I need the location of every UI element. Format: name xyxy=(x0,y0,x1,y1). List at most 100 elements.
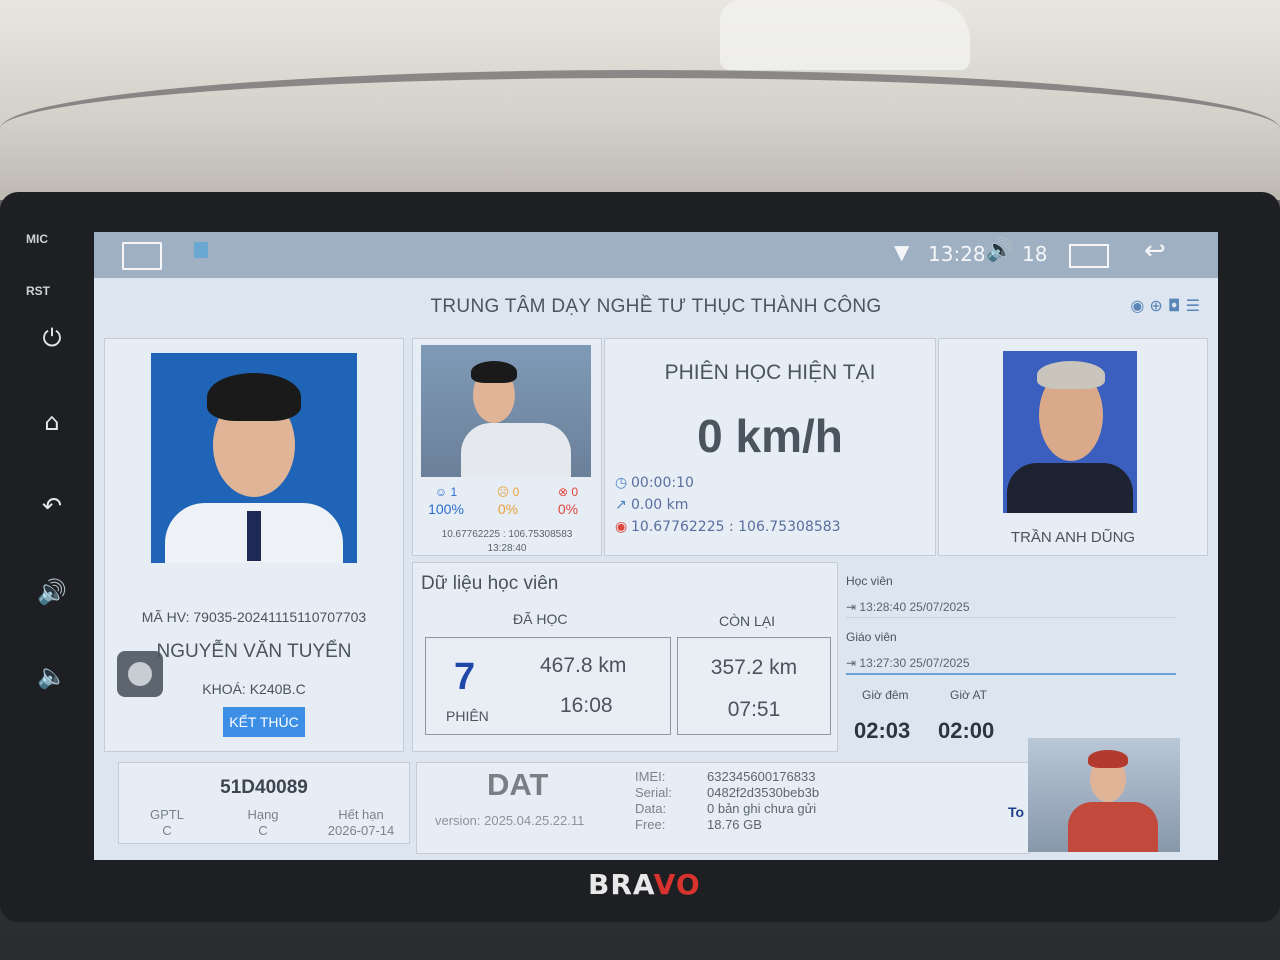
partial-text: To xyxy=(1008,804,1025,820)
location-pin-icon: ◉ xyxy=(615,519,628,535)
session-duration-row: ◷ 00:00:10 xyxy=(615,475,694,491)
gptl-value: C xyxy=(162,823,172,838)
session-location-row: ◉ 10.67762225 : 106.75308583 xyxy=(615,519,841,535)
speaker-icon[interactable]: 🔊 xyxy=(986,238,1013,263)
serial-value: 0482f2d3530beb3b xyxy=(707,785,820,800)
student-data-card: Dữ liệu học viên ĐÃ HỌC CÒN LẠI 7 PHIÊN … xyxy=(412,562,838,752)
status-icons: ◉ ⊕ ◘ ☰ xyxy=(1130,296,1200,315)
session-distance-row: ↗ 0.00 km xyxy=(615,497,689,513)
power-icon[interactable]: ⏻ xyxy=(36,322,68,354)
student-photo xyxy=(151,353,357,563)
login-icon: ⇥ xyxy=(846,656,857,670)
mismatch-stat: ⊗ 0 0% xyxy=(557,485,579,517)
completed-distance: 467.8 km xyxy=(540,654,627,677)
expiry-value: 2026-07-14 xyxy=(327,823,395,838)
neutral-stat: ☹ 0 0% xyxy=(496,485,520,517)
session-title: PHIÊN HỌC HIỆN TẠI xyxy=(664,361,876,384)
teacher-login-time: ⇥ 13:27:30 25/07/2025 xyxy=(846,656,1176,675)
app-icon[interactable] xyxy=(194,242,208,258)
x-circle-icon: ⊗ xyxy=(557,485,569,499)
camera-snapshot xyxy=(421,345,591,477)
student-login-time: ⇥ 13:28:40 25/07/2025 xyxy=(846,600,1176,618)
student-data-title: Dữ liệu học viên xyxy=(421,573,559,594)
expiry-label: Hết hạn xyxy=(338,807,384,822)
home-icon[interactable]: ⌂ xyxy=(36,406,68,438)
night-hours-label: Giờ đêm xyxy=(862,688,909,702)
remaining-label: CÒN LẠI xyxy=(719,613,776,629)
auto-hours-value: 02:00 xyxy=(938,718,995,743)
teacher-photo xyxy=(1003,351,1137,513)
smile-icon: ☺ xyxy=(434,485,448,499)
class-value: C xyxy=(258,823,268,838)
imei-value: 632345600176833 xyxy=(707,769,816,784)
volume-up-icon[interactable]: 🔊 xyxy=(36,576,68,608)
android-status-bar: ▼ 13:28 🔊 18 ↩ xyxy=(94,232,1218,278)
remaining-box: 357.2 km 07:51 xyxy=(677,637,831,735)
app-version: version: 2025.04.25.22.11 xyxy=(435,813,585,828)
dashboard-edge xyxy=(0,70,1280,188)
live-camera-preview[interactable] xyxy=(1028,738,1180,852)
free-value: 18.76 GB xyxy=(707,817,762,832)
wifi-icon: ▼ xyxy=(894,240,910,264)
login-times-card: Học viên ⇥ 13:28:40 25/07/2025 Giáo viên… xyxy=(840,566,1192,752)
screen: ▼ 13:28 🔊 18 ↩ TRUNG TÂM DẠY NGHỀ TƯ THỤ… xyxy=(94,232,1218,860)
end-session-button[interactable]: KẾT THÚC xyxy=(223,707,305,737)
completed-box: 7 PHIÊN 467.8 km 16:08 xyxy=(425,637,671,735)
rst-label: RST xyxy=(26,284,50,298)
remaining-distance: 357.2 km xyxy=(710,656,798,679)
completed-time: 16:08 xyxy=(560,694,613,717)
snapshot-time: 13:28:40 xyxy=(487,543,527,554)
data-label: Data: xyxy=(635,801,667,816)
current-session-card: PHIÊN HỌC HIỆN TẠI 0 km/h ◷ 00:00:10 ↗ 0.0… xyxy=(604,338,936,556)
back-icon[interactable]: ↶ xyxy=(36,490,68,522)
free-label: Free: xyxy=(635,817,666,832)
network-icon: ⊕ xyxy=(1149,296,1163,315)
vehicle-card: 51D40089 GPTL C Hạng C Hết hạn 2026-07-1… xyxy=(118,762,410,844)
mic-label: MIC xyxy=(26,232,48,246)
background-car xyxy=(720,0,970,70)
teacher-name: TRẦN ANH DŨNG xyxy=(1010,529,1136,546)
match-stat: ☺ 1 100% xyxy=(428,485,464,517)
data-value: 0 bản ghi chưa gửi xyxy=(707,801,817,816)
imei-label: IMEI: xyxy=(635,769,666,784)
teacher-card: TRẦN ANH DŨNG xyxy=(938,338,1208,556)
student-card: MÃ HV: 79035-20241115110707703 NGUYỄN VĂ… xyxy=(104,338,404,752)
training-center-name: TRUNG TÂM DẠY NGHỀ TƯ THỤC THÀNH CÔNG xyxy=(430,296,882,317)
login-icon: ⇥ xyxy=(846,600,857,614)
course-code: KHOÁ: K240B.C xyxy=(202,681,306,697)
serial-label: Serial: xyxy=(635,785,672,800)
camera-card: ☺ 1 100% ☹ 0 0% ⊗ 0 0% 10.67762225 : 106… xyxy=(412,338,602,556)
dat-logo: DAT xyxy=(487,767,549,802)
recent-apps-icon[interactable] xyxy=(1069,244,1109,268)
completed-label: ĐÃ HỌC xyxy=(513,611,568,627)
status-time: 13:28 xyxy=(928,242,986,266)
volume-down-icon[interactable]: 🔈 xyxy=(36,660,68,692)
auto-hours-label: Giờ AT xyxy=(950,688,987,702)
gps-icon: ◉ xyxy=(1130,296,1145,315)
neutral-face-icon: ☹ xyxy=(496,485,510,499)
speed-readout: 0 km/h xyxy=(697,410,843,462)
clock-icon: ◷ xyxy=(615,475,628,491)
android-home-icon[interactable] xyxy=(122,242,162,270)
brand-logo: BRAVO xyxy=(588,868,701,901)
session-count-label: PHIÊN xyxy=(446,708,489,724)
night-hours-value: 02:03 xyxy=(854,718,911,743)
teacher-login-label: Giáo viên xyxy=(846,630,897,644)
student-login-label: Học viên xyxy=(846,574,893,588)
camera-icon: ◘ xyxy=(1167,296,1181,315)
dat-app: TRUNG TÂM DẠY NGHỀ TƯ THỤC THÀNH CÔNG ◉ … xyxy=(94,278,1218,860)
storage-icon: ☰ xyxy=(1185,296,1200,315)
gptl-label: GPTL xyxy=(150,807,184,822)
remaining-time: 07:51 xyxy=(727,698,781,721)
session-count: 7 xyxy=(454,656,476,698)
license-plate: 51D40089 xyxy=(220,777,308,798)
class-label: Hạng xyxy=(247,807,279,822)
route-icon: ↗ xyxy=(615,497,627,513)
device-info-card: DAT version: 2025.04.25.22.11 IMEI: 6323… xyxy=(416,762,1030,854)
student-id: MÃ HV: 79035-20241115110707703 xyxy=(141,609,367,625)
android-back-icon[interactable]: ↩ xyxy=(1144,236,1166,266)
student-name: NGUYỄN VĂN TUYỂN xyxy=(156,641,352,662)
windshield-background xyxy=(0,0,1280,200)
volume-level: 18 xyxy=(1022,242,1048,266)
snapshot-coords: 10.67762225 : 106.75308583 xyxy=(441,529,573,540)
